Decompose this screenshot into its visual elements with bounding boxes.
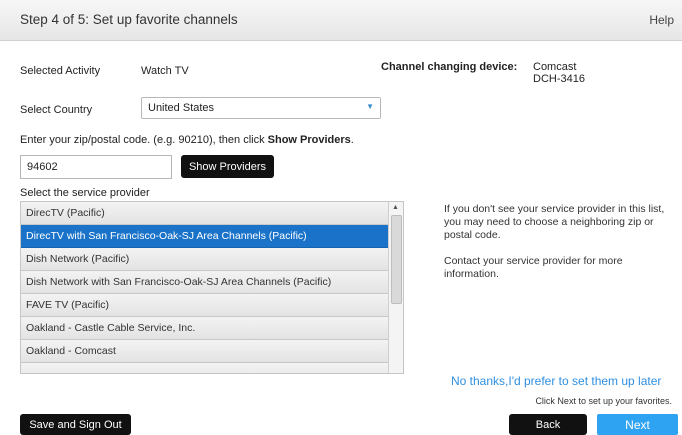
help-text-contact: Contact your service provider for more i…	[444, 255, 623, 280]
next-hint: Click Next to set up your favorites.	[535, 396, 672, 406]
zip-instruction-bold: Show Providers	[267, 134, 351, 146]
selected-activity-label: Selected Activity	[20, 65, 101, 77]
list-item-selected[interactable]: DirecTV with San Francisco-Oak-SJ Area C…	[21, 225, 390, 248]
list-item[interactable]: DirecTV (Pacific)	[21, 202, 390, 225]
set-up-later-link[interactable]: No thanks,I'd prefer to set them up late…	[451, 374, 661, 388]
list-item[interactable]: Dish Network with San Francisco-Oak-SJ A…	[21, 271, 390, 294]
country-select[interactable]: United States ▼	[141, 97, 381, 119]
device-model: DCH-3416	[533, 73, 585, 85]
provider-list-label: Select the service provider	[20, 187, 150, 199]
list-item[interactable]: Oakland - Comcast	[21, 340, 390, 363]
wizard-header: Step 4 of 5: Set up favorite channels He…	[0, 0, 682, 41]
save-and-sign-out-button[interactable]: Save and Sign Out	[20, 414, 131, 435]
zip-instruction: Enter your zip/postal code. (e.g. 90210)…	[20, 134, 354, 146]
device-brand: Comcast	[533, 61, 577, 73]
country-label: Select Country	[20, 104, 93, 116]
provider-list[interactable]: DirecTV (Pacific) DirecTV with San Franc…	[20, 201, 404, 374]
list-item[interactable]: Oakland - Castle Cable Service, Inc.	[21, 317, 390, 340]
list-item[interactable]: Dish Network (Pacific)	[21, 248, 390, 271]
help-link[interactable]: Help	[649, 13, 674, 27]
chevron-down-icon: ▼	[366, 102, 374, 111]
selected-activity-value: Watch TV	[141, 65, 189, 77]
scroll-thumb[interactable]	[391, 215, 402, 304]
list-item[interactable]: FAVE TV (Pacific)	[21, 294, 390, 317]
page-title: Step 4 of 5: Set up favorite channels	[20, 12, 238, 27]
help-text-not-listed: If you don't see your service provider i…	[444, 203, 665, 241]
next-button[interactable]: Next	[597, 414, 678, 435]
country-selected-value: United States	[148, 102, 215, 114]
zip-instruction-text: Enter your zip/postal code. (e.g. 90210)…	[20, 134, 268, 146]
back-button[interactable]: Back	[509, 414, 587, 435]
show-providers-button[interactable]: Show Providers	[181, 155, 274, 178]
scroll-up-arrow-icon[interactable]: ▲	[392, 204, 399, 211]
list-scrollbar[interactable]: ▲	[388, 202, 403, 373]
zip-input[interactable]	[20, 155, 172, 179]
zip-instruction-end: .	[350, 134, 354, 146]
list-item-partial[interactable]	[21, 363, 390, 373]
device-label: Channel changing device:	[381, 61, 518, 73]
